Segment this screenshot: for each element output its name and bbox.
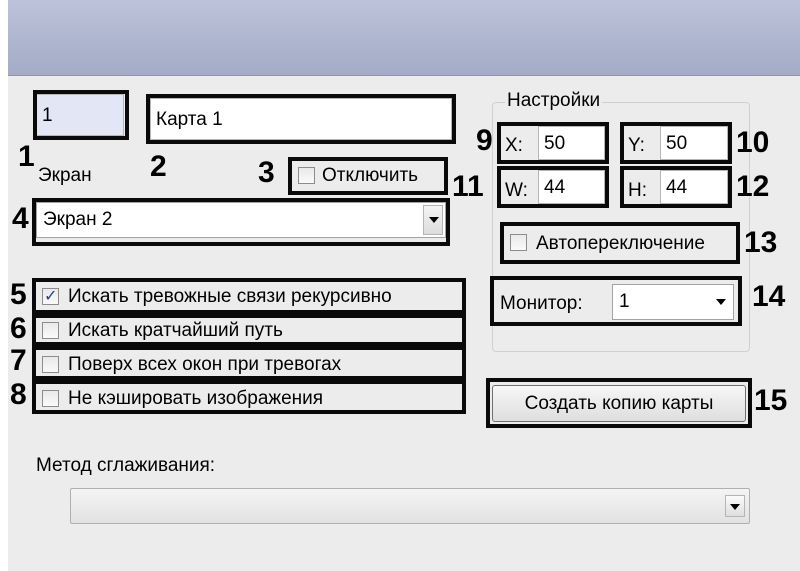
callout-number-5: 5: [10, 278, 27, 311]
disable-label: Отключить: [322, 165, 419, 186]
window-titlebar: [8, 0, 800, 76]
y-value: 50: [666, 132, 688, 154]
h-label: H:: [628, 180, 647, 201]
callout-number-1: 1: [18, 140, 35, 173]
auto-switch-checkbox[interactable]: [510, 234, 527, 251]
callout-number-7: 7: [10, 344, 27, 377]
callout-number-11: 11: [452, 170, 484, 203]
option-checkbox-recursive[interactable]: [42, 286, 59, 305]
x-value: 50: [544, 132, 566, 154]
callout-number-4: 4: [12, 202, 29, 235]
w-input[interactable]: 44: [538, 170, 605, 204]
y-input[interactable]: 50: [660, 126, 728, 160]
chevron-down-icon[interactable]: [725, 495, 745, 517]
monitor-select[interactable]: 1: [612, 284, 734, 320]
smoothing-label: Метод сглаживания:: [36, 455, 216, 476]
smoothing-select[interactable]: [70, 488, 750, 524]
callout-number-15: 15: [754, 384, 788, 417]
disable-checkbox[interactable]: [298, 167, 315, 184]
option-label-shortest: Искать кратчайший путь: [68, 320, 283, 341]
monitor-select-value: 1: [619, 291, 630, 312]
option-checkbox-topmost[interactable]: [42, 356, 59, 373]
option-label-recursive: Искать тревожные связи рекурсивно: [68, 286, 392, 307]
callout-number-10: 10: [736, 126, 770, 159]
option-checkbox-shortest[interactable]: [42, 322, 59, 339]
y-label: Y:: [628, 135, 645, 156]
auto-switch-label: Автопереключение: [536, 233, 705, 254]
w-label: W:: [505, 180, 528, 201]
callout-number-12: 12: [736, 170, 770, 203]
callout-box-2: [146, 94, 456, 144]
option-label-nocache: Не кэшировать изображения: [68, 388, 324, 409]
h-input[interactable]: 44: [660, 170, 728, 204]
copy-map-button[interactable]: Создать копию карты: [492, 385, 746, 422]
w-value: 44: [544, 176, 566, 198]
callout-number-8: 8: [10, 378, 27, 411]
option-label-topmost: Поверх всех окон при тревогах: [68, 354, 342, 375]
h-value: 44: [666, 176, 688, 198]
monitor-label: Монитор:: [500, 293, 583, 314]
callout-number-13: 13: [744, 226, 778, 259]
callout-box-4: [32, 198, 450, 246]
callout-number-2: 2: [150, 150, 167, 183]
dropdown-arrow: [730, 504, 740, 510]
screen-label: Экран: [38, 165, 92, 186]
settings-title: Настройки: [505, 90, 603, 111]
option-checkbox-nocache[interactable]: [42, 390, 59, 407]
callout-number-6: 6: [10, 312, 27, 345]
callout-number-3: 3: [258, 156, 275, 189]
x-input[interactable]: 50: [538, 126, 605, 160]
chevron-down-icon[interactable]: [711, 287, 731, 317]
x-label: X:: [505, 135, 523, 156]
callout-box-1: [33, 90, 129, 140]
callout-number-14: 14: [752, 280, 786, 313]
callout-number-9: 9: [476, 124, 493, 157]
